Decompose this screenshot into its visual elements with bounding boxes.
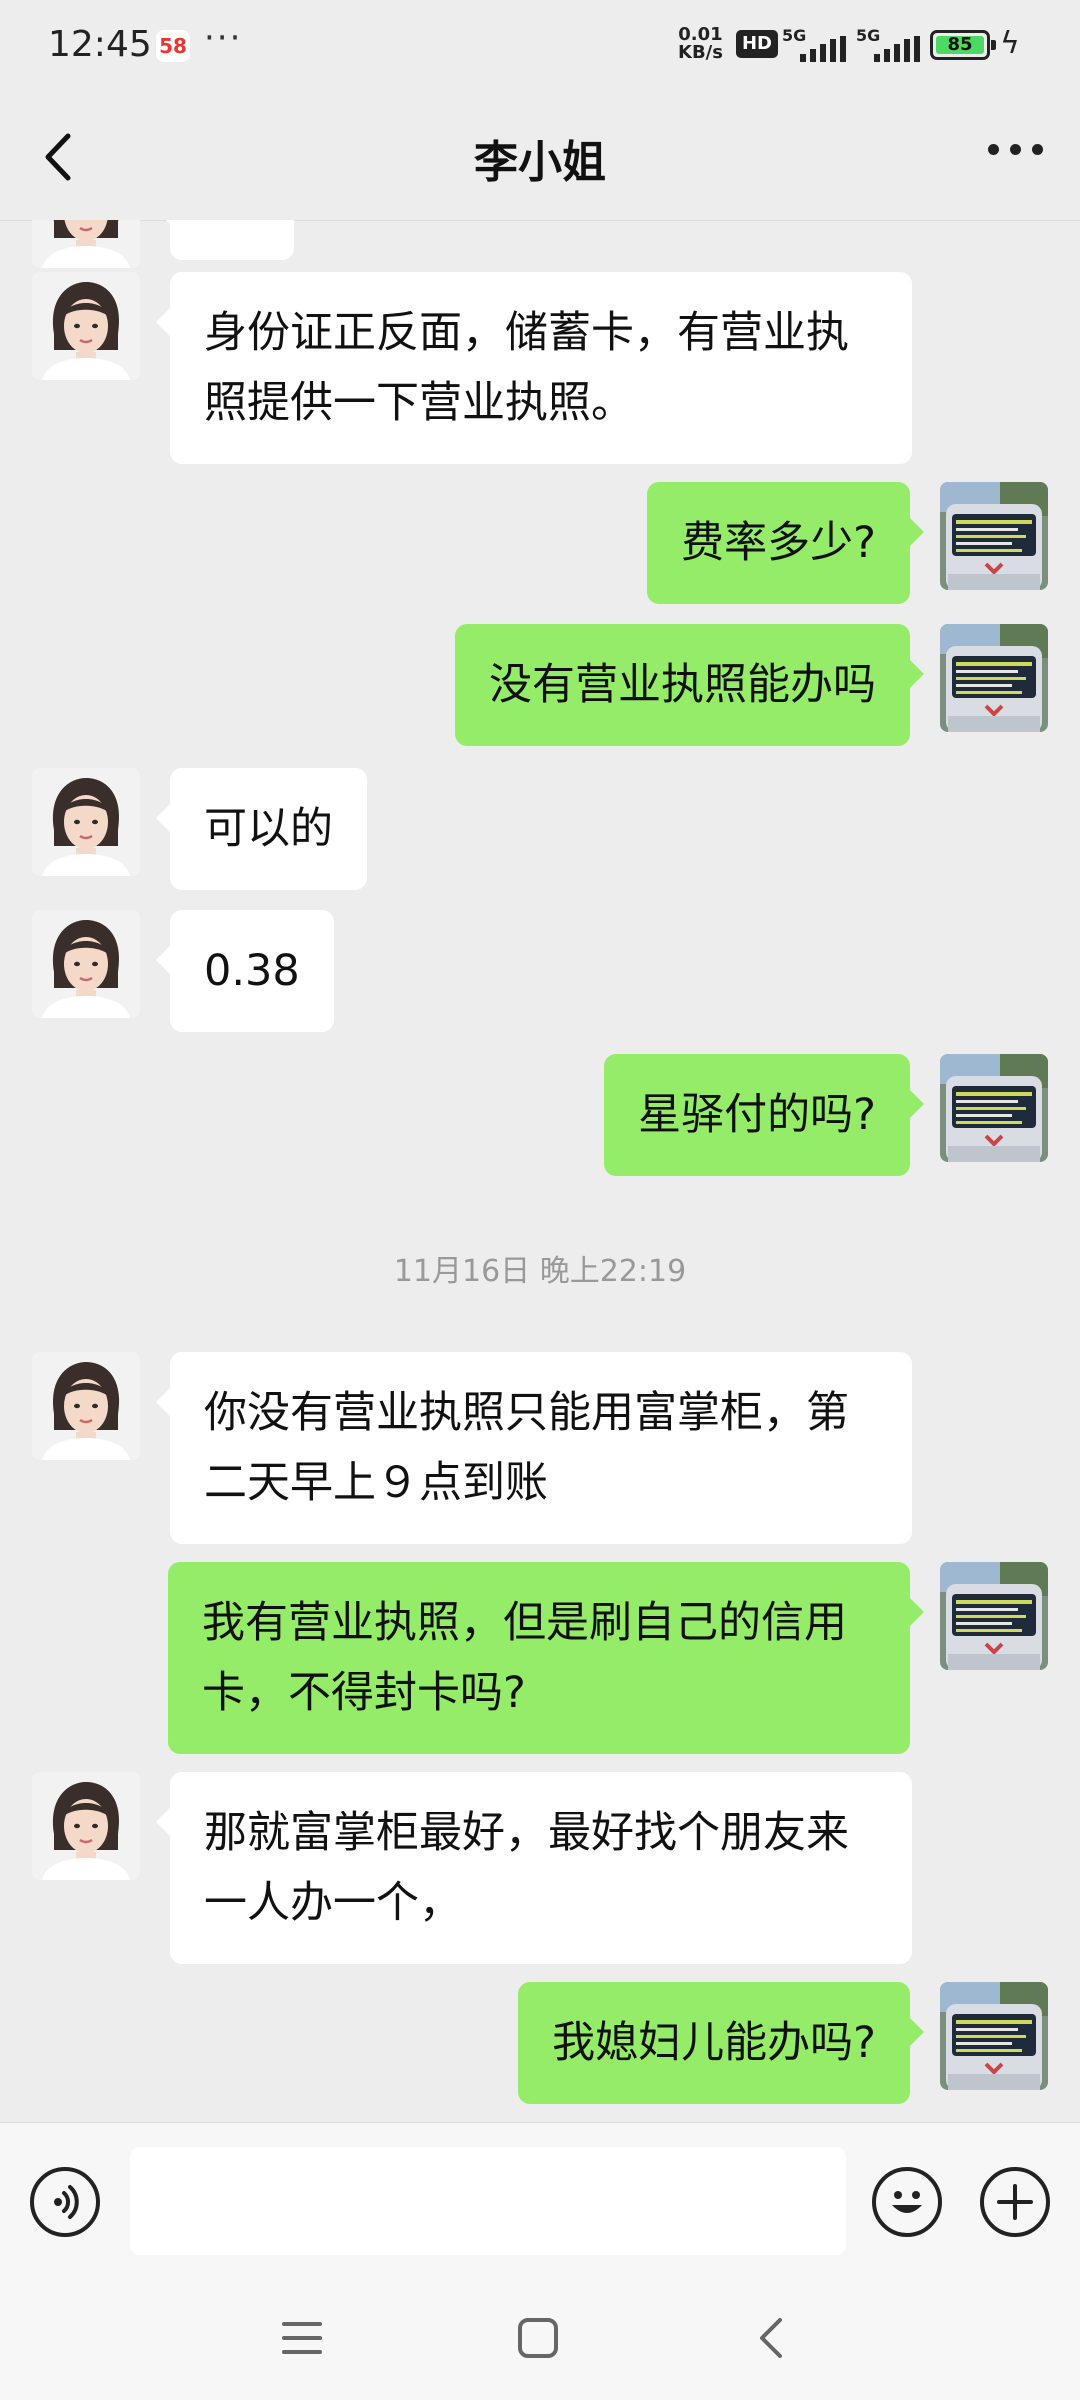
message-timestamp: 11月16日 晚上22:19 — [393, 1254, 687, 1289]
my-avatar[interactable] — [940, 482, 1048, 590]
message-bubble-incoming[interactable]: 0.38 — [156, 910, 334, 1032]
contact-avatar[interactable] — [32, 272, 140, 380]
contact-avatar[interactable] — [32, 910, 140, 1018]
message-bubble-incoming[interactable]: 你没有营业执照只能用富掌柜，第二天早上９点到账 — [156, 1352, 912, 1544]
emoji-button[interactable] — [872, 2167, 942, 2237]
charging-icon: ϟ — [1000, 26, 1020, 61]
my-avatar[interactable] — [940, 1054, 1048, 1162]
message-bubble-incoming[interactable]: 身份证正反面，储蓄卡，有营业执照提供一下营业执照。 — [156, 272, 912, 464]
contact-avatar[interactable] — [32, 220, 140, 268]
chat-messages[interactable]: 身份证正反面，储蓄卡，有营业执照提供一下营业执照。 费率多少? 没有营业执照能办… — [0, 220, 1080, 2122]
status-time: 12:45 — [48, 24, 152, 65]
my-avatar[interactable] — [940, 624, 1048, 732]
network-speed: 0.01 KB/s — [678, 26, 723, 62]
app-notification-icon: 58 — [156, 30, 190, 62]
more-functions-button[interactable] — [980, 2167, 1050, 2237]
home-icon[interactable] — [516, 2316, 560, 2360]
more-notifications-icon: ··· — [204, 18, 243, 58]
message-bubble-outgoing[interactable]: 我媳妇儿能办吗? — [518, 1982, 924, 2104]
my-avatar[interactable] — [940, 1562, 1048, 1670]
back-icon[interactable] — [754, 2316, 788, 2360]
voice-icon — [54, 2185, 79, 2219]
plus-icon — [997, 2184, 1033, 2220]
voice-input-button[interactable] — [30, 2167, 100, 2237]
contact-avatar[interactable] — [32, 1772, 140, 1880]
contact-avatar[interactable] — [32, 1352, 140, 1460]
message-bubble-incoming[interactable]: 可以的 — [156, 768, 367, 890]
status-bar: 12:45 58 ··· 0.01 KB/s HD 5G 5G 85 ϟ — [0, 0, 1080, 96]
message-bubble-incoming[interactable]: 那就富掌柜最好，最好找个朋友来一人办一个， — [156, 1772, 912, 1964]
contact-avatar[interactable] — [32, 768, 140, 876]
more-options-icon[interactable] — [988, 144, 1044, 156]
message-bubble-outgoing[interactable]: 我有营业执照，但是刷自己的信用卡，不得封卡吗? — [168, 1562, 924, 1754]
message-bubble-partial — [156, 220, 294, 260]
message-bubble-outgoing[interactable]: 没有营业执照能办吗 — [455, 624, 924, 746]
battery-level: 85 — [936, 36, 984, 54]
chat-title: 李小姐 — [474, 137, 606, 188]
network-speed-unit: KB/s — [678, 42, 723, 63]
message-input-bar — [0, 2122, 1080, 2281]
battery-icon: 85 — [930, 30, 996, 60]
chat-header: 李小姐 — [0, 96, 1080, 221]
smiley-icon — [892, 2191, 922, 2213]
message-bubble-outgoing[interactable]: 费率多少? — [647, 482, 924, 604]
message-bubble-outgoing[interactable]: 星驿付的吗? — [604, 1054, 924, 1176]
menu-icon[interactable] — [280, 2318, 324, 2358]
message-text-input[interactable] — [130, 2147, 846, 2255]
hd-voice-icon: HD — [736, 30, 778, 58]
system-navigation-bar — [0, 2280, 1080, 2400]
my-avatar[interactable] — [940, 1982, 1048, 2090]
